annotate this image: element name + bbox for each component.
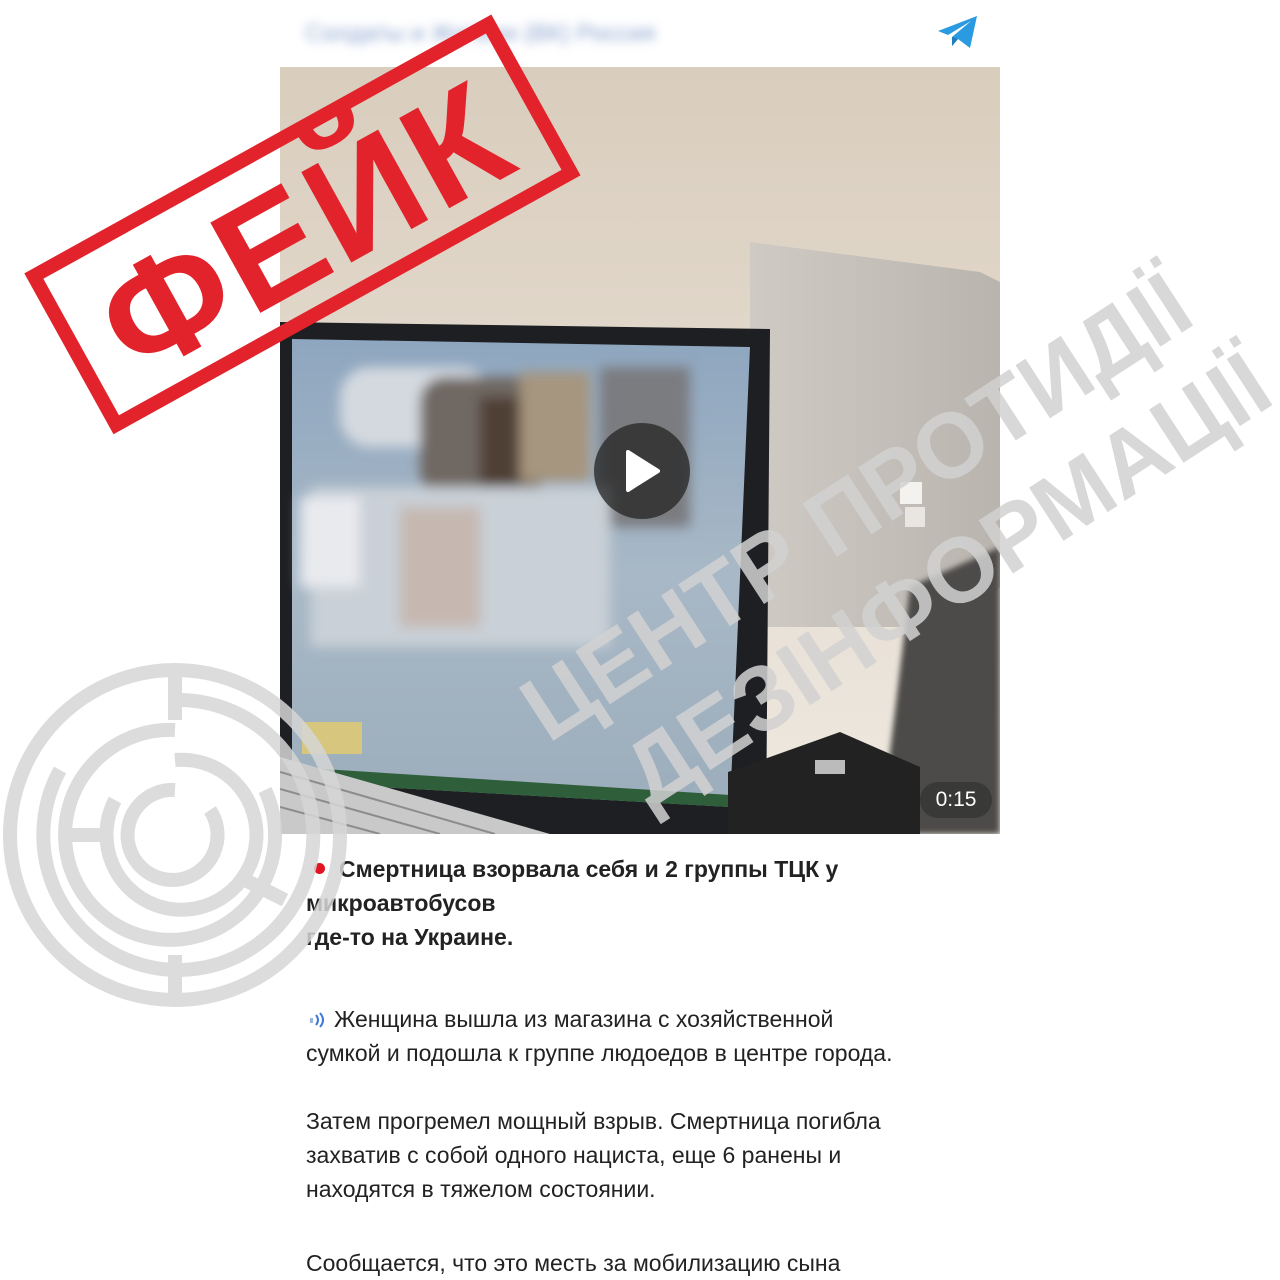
post-paragraph-3: Сообщается, что это месть за мобилизацию… — [306, 1250, 841, 1276]
video-player[interactable]: 0:15 — [280, 67, 1000, 834]
headline-line-2: микроавтобусов — [306, 890, 496, 916]
headline-line-3: где-то на Украине. — [306, 924, 514, 950]
video-duration: 0:15 — [920, 782, 992, 818]
play-icon — [626, 450, 660, 492]
headline-line-1: Смертница взорвала себя и 2 группы ТЦК у — [339, 856, 839, 882]
post-text: Смертница взорвала себя и 2 группы ТЦК у… — [306, 852, 1006, 1280]
telegram-paper-plane-icon[interactable] — [935, 12, 981, 52]
red-circle-icon — [314, 863, 325, 874]
play-button[interactable] — [594, 423, 690, 519]
sound-wave-icon — [310, 1012, 324, 1028]
paragraph-1-text: Женщина вышла из магазина с хозяйственно… — [306, 1006, 893, 1066]
post-headline: Смертница взорвала себя и 2 группы ТЦК у… — [306, 852, 1006, 954]
channel-name[interactable]: Солдаты и Жители (ВК) Россия — [305, 18, 720, 50]
post-paragraph-2: Затем прогремел мощный взрыв. Смертница … — [306, 1108, 881, 1202]
post-paragraph-1: Женщина вышла из магазина с хозяйственно… — [306, 1002, 1006, 1070]
